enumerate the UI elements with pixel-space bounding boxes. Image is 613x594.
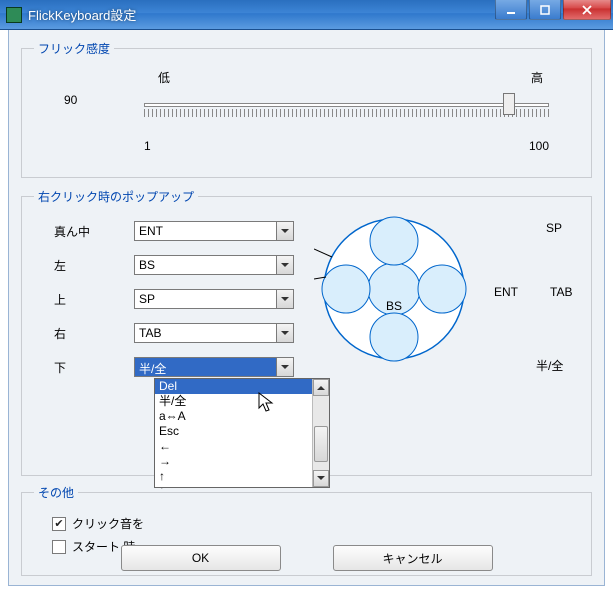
scroll-track[interactable] <box>313 396 329 470</box>
titlebar: FlickKeyboard設定 <box>0 0 613 30</box>
row-center: 真ん中 ENT <box>54 221 294 241</box>
row-down: 下 半/全 <box>54 357 294 377</box>
diagram-down-label: 半/全 <box>536 357 563 374</box>
combo-right[interactable]: TAB <box>134 323 294 343</box>
button-bar: OK キャンセル <box>9 545 604 571</box>
combo-down[interactable]: 半/全 <box>134 357 294 377</box>
row-left: 左 BS <box>54 255 294 275</box>
client-area: フリック感度 低 高 90 1 100 右クリック時のポップアップ 真ん中 EN… <box>8 30 605 586</box>
group-legend: その他 <box>34 484 78 501</box>
cancel-button[interactable]: キャンセル <box>333 545 493 571</box>
group-legend: フリック感度 <box>34 40 114 57</box>
slider-container: 低 高 90 1 100 <box>34 67 579 163</box>
combo-value: 半/全 <box>135 358 276 376</box>
row-click-sound: ✔ クリック音を <box>52 515 575 532</box>
label-up: 上 <box>54 291 134 308</box>
group-legend: 右クリック時のポップアップ <box>34 188 198 205</box>
window-title: FlickKeyboard設定 <box>28 5 136 24</box>
dropdown-item[interactable]: Del <box>155 379 329 394</box>
dropdown-item[interactable]: ← <box>155 439 329 454</box>
scroll-up-icon[interactable] <box>313 379 329 396</box>
diagram-right-inner-label: ENT <box>494 285 518 299</box>
combo-value: SP <box>135 290 276 308</box>
diagram-right-outer-label: TAB <box>550 285 572 299</box>
ok-label: OK <box>192 551 209 565</box>
label-right: 右 <box>54 325 134 342</box>
diagram-center-label: BS <box>386 299 402 313</box>
scroll-down-icon[interactable] <box>313 470 329 487</box>
label-click-sound: クリック音を <box>72 515 144 532</box>
slider-low-label: 低 <box>158 69 170 86</box>
diagram-up-label: SP <box>546 221 562 235</box>
combo-left[interactable]: BS <box>134 255 294 275</box>
label-left: 左 <box>54 257 134 274</box>
dropdown-item[interactable]: ↓ <box>155 484 329 489</box>
slider-track[interactable] <box>144 103 549 107</box>
ok-button[interactable]: OK <box>121 545 281 571</box>
combo-up[interactable]: SP <box>134 289 294 309</box>
scroll-thumb[interactable] <box>314 426 328 462</box>
checkbox-click-sound[interactable]: ✔ <box>52 517 66 531</box>
group-rightclick-popup: 右クリック時のポップアップ 真ん中 ENT 左 BS 上 SP <box>21 188 592 476</box>
maximize-button[interactable] <box>529 0 561 20</box>
combo-value: BS <box>135 256 276 274</box>
row-up: 上 SP <box>54 289 294 309</box>
slider-high-label: 高 <box>531 69 543 86</box>
chevron-down-icon[interactable] <box>276 324 293 342</box>
dropdown-item[interactable]: 半/全 <box>155 394 329 409</box>
app-icon <box>6 7 22 23</box>
combo-value: TAB <box>135 324 276 342</box>
combo-value: ENT <box>135 222 276 240</box>
label-center: 真ん中 <box>54 223 134 240</box>
chevron-down-icon[interactable] <box>276 290 293 308</box>
popup-section: 真ん中 ENT 左 BS 上 SP <box>34 215 579 425</box>
slider-value: 90 <box>64 93 77 107</box>
cancel-label: キャンセル <box>382 550 442 567</box>
dropdown-item[interactable]: ↑ <box>155 469 329 484</box>
slider-scale-min: 1 <box>144 139 151 153</box>
dropdown-item[interactable]: Esc <box>155 424 329 439</box>
dropdown-item[interactable]: → <box>155 454 329 469</box>
slider-scale-max: 100 <box>529 139 549 153</box>
chevron-down-icon[interactable] <box>276 256 293 274</box>
dropdown-item[interactable]: a⇔A <box>155 409 329 424</box>
slider-ticks <box>144 109 549 117</box>
dropdown-scrollbar[interactable] <box>312 379 329 487</box>
chevron-down-icon[interactable] <box>276 358 293 376</box>
minimize-button[interactable] <box>495 0 527 20</box>
label-down: 下 <box>54 359 134 376</box>
window-buttons <box>495 0 611 20</box>
slider-thumb[interactable] <box>503 93 515 115</box>
combo-down-dropdown[interactable]: Del半/全a⇔AEsc←→↑↓ <box>154 378 330 488</box>
chevron-down-icon[interactable] <box>276 222 293 240</box>
direction-diagram: BS SP ENT TAB 半/全 <box>314 209 604 379</box>
group-flick-sensitivity: フリック感度 低 高 90 1 100 <box>21 40 592 178</box>
combo-center[interactable]: ENT <box>134 221 294 241</box>
row-right: 右 TAB <box>54 323 294 343</box>
close-button[interactable] <box>563 0 611 20</box>
